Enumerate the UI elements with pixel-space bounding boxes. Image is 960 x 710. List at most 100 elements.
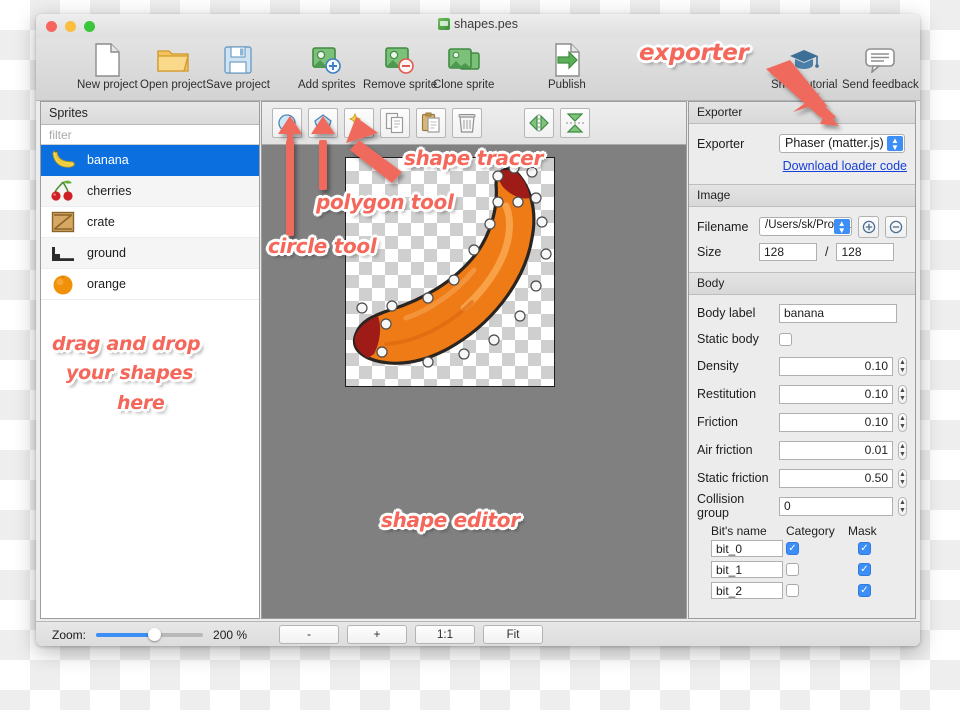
sprites-panel: Sprites banana cherries crate (40, 101, 260, 619)
open-project-button[interactable]: Open project (140, 42, 206, 91)
polygon-tool-button[interactable] (308, 108, 338, 138)
clone-sprite-button[interactable]: Clone sprite (433, 42, 494, 91)
sprite-name: banana (87, 153, 129, 167)
friction-label: Friction (697, 415, 738, 429)
mirror-horizontal-tool-button[interactable] (524, 108, 554, 138)
download-loader-code-link[interactable]: Download loader code (783, 159, 907, 173)
bits-name-header: Bit's name (711, 524, 767, 538)
publish-icon (548, 42, 586, 78)
remove-sprite-icon (363, 42, 437, 78)
remove-sprite-button[interactable]: Remove sprite (363, 42, 437, 91)
restitution-row: Restitution ▲▼ (697, 380, 907, 408)
restitution-input[interactable] (779, 384, 893, 404)
download-loader-row: Download loader code (697, 156, 907, 176)
friction-input[interactable] (779, 412, 893, 432)
exporter-select[interactable]: Phaser (matter.js) ▲ ▼ (779, 134, 905, 153)
bit-mask-checkbox[interactable]: ✓ (858, 584, 871, 597)
save-project-button[interactable]: Save project (206, 42, 270, 91)
air-friction-label: Air friction (697, 443, 753, 457)
sprite-list-item-banana[interactable]: banana (41, 145, 259, 176)
zoom-out-button[interactable]: - (279, 625, 340, 644)
annotation-exporter: exporter (639, 40, 749, 66)
show-tutorial-label: Show tutorial (771, 79, 838, 91)
sprite-list-item-ground[interactable]: ground (41, 238, 259, 269)
sprite-list-item-cherries[interactable]: cherries (41, 176, 259, 207)
filename-label: Filename (697, 219, 749, 234)
bit-mask-checkbox[interactable]: ✓ (858, 563, 871, 576)
bit-category-checkbox[interactable]: ✓ (786, 542, 799, 555)
static-friction-label: Static friction (697, 471, 769, 485)
restitution-stepper[interactable]: ▲ ▼ (898, 384, 907, 404)
copy-tool-button[interactable] (380, 108, 410, 138)
static-friction-input[interactable] (779, 468, 893, 488)
send-feedback-button[interactable]: Send feedback (842, 42, 919, 91)
annotation-drag-drop-line3: here (117, 392, 165, 414)
static-body-label: Static body (697, 332, 759, 346)
bit-category-checkbox[interactable] (786, 584, 799, 597)
filename-select[interactable]: /Users/sk/Programm ▲▼ (759, 217, 852, 236)
friction-stepper[interactable]: ▲ ▼ (898, 412, 907, 432)
bit-mask-checkbox[interactable]: ✓ (858, 542, 871, 555)
friction-row: Friction ▲▼ (697, 408, 907, 436)
bit-name-input[interactable] (711, 582, 783, 599)
collision-group-stepper[interactable]: ▲ ▼ (898, 496, 907, 516)
bits-category-header: Category (786, 524, 835, 538)
size-width-input[interactable] (759, 242, 817, 261)
static-body-row: Static body (697, 326, 907, 352)
mirror-vertical-tool-button[interactable] (560, 108, 590, 138)
air-friction-input[interactable] (779, 440, 893, 460)
sprite-list-item-crate[interactable]: crate (41, 207, 259, 238)
static-friction-stepper[interactable]: ▲ ▼ (898, 468, 907, 488)
annotation-drag-drop-line1: drag and drop (52, 333, 201, 355)
bit-name-input[interactable] (711, 561, 783, 578)
shape-editor-panel (261, 101, 687, 619)
circle-tool-button[interactable] (272, 108, 302, 138)
new-project-button[interactable]: New project (77, 42, 138, 91)
clone-sprite-label: Clone sprite (433, 79, 495, 91)
static-body-checkbox[interactable] (779, 332, 792, 346)
collision-group-label: Collision group (697, 492, 745, 520)
size-height-input[interactable] (836, 242, 895, 261)
new-project-label: New project (77, 79, 138, 91)
bits-table-row: ✓ (697, 580, 907, 601)
floppy-disk-icon (206, 42, 270, 78)
zoom-slider-knob[interactable] (148, 627, 162, 641)
zoom-fit-button[interactable]: Fit (483, 625, 544, 644)
density-input[interactable] (779, 356, 893, 376)
bottom-status-bar: Zoom: 200 % - + 1:1 Fit (36, 621, 920, 646)
show-tutorial-button[interactable]: Show tutorial (771, 42, 837, 91)
shape-tracer-tool-button[interactable] (344, 108, 374, 138)
delete-tool-button[interactable] (452, 108, 482, 138)
chevron-updown-icon: ▲ ▼ (833, 219, 850, 235)
sprites-filter-input[interactable] (41, 125, 259, 144)
inspector-panel: Exporter Exporter Phaser (matter.js) ▲ ▼ … (688, 101, 916, 619)
bit-name-input[interactable] (711, 540, 783, 557)
window-title-text: shapes.pes (454, 17, 518, 31)
air-friction-stepper[interactable]: ▲ ▼ (898, 440, 907, 460)
open-folder-icon (140, 42, 206, 78)
exporter-section-header: Exporter (689, 102, 915, 124)
add-sprites-button[interactable]: Add sprites (298, 42, 356, 91)
sprite-list-item-orange[interactable]: orange (41, 269, 259, 300)
add-sprites-label: Add sprites (298, 79, 356, 91)
zoom-label: Zoom: (52, 627, 87, 642)
shape-editor-toolbar (262, 102, 686, 145)
publish-button[interactable]: Publish (548, 42, 586, 91)
annotation-shape-tracer: shape tracer (404, 146, 544, 170)
shape-editor-canvas[interactable] (262, 145, 686, 618)
orange-icon (49, 271, 77, 297)
bit-category-checkbox[interactable] (786, 563, 799, 576)
body-label-input[interactable] (779, 303, 897, 323)
collision-group-input[interactable] (779, 496, 893, 516)
sprite-name: crate (87, 215, 115, 229)
open-project-label: Open project (140, 79, 206, 91)
exporter-select-value: Phaser (matter.js) (785, 136, 884, 150)
density-stepper[interactable]: ▲ ▼ (898, 356, 907, 376)
restitution-label: Restitution (697, 387, 757, 401)
zoom-in-button[interactable]: + (347, 625, 408, 644)
remove-image-button[interactable] (885, 215, 908, 238)
paste-tool-button[interactable] (416, 108, 446, 138)
zoom-actual-size-button[interactable]: 1:1 (415, 625, 476, 644)
zoom-slider[interactable] (96, 627, 204, 641)
add-image-button[interactable] (857, 215, 880, 238)
